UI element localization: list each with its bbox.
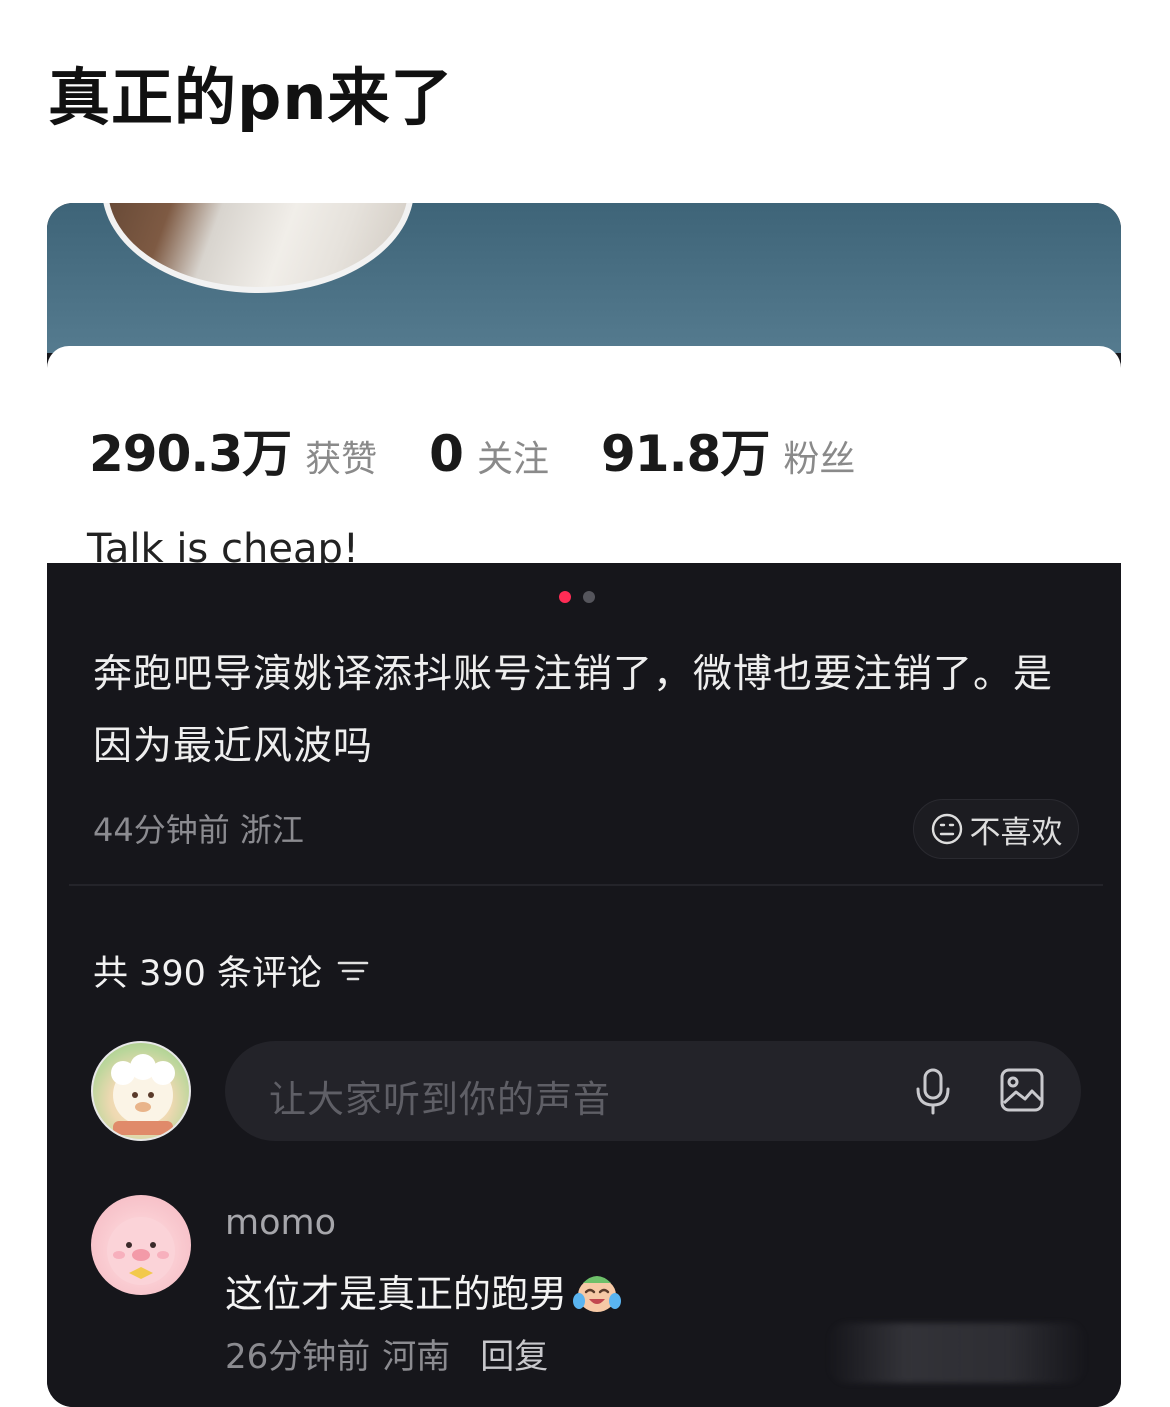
comment-sheet: 奔跑吧导演姚译添抖账号注销了，微博也要注销了。是因为最近风波吗 44分钟前 浙江… [47,563,1121,1407]
stat-following[interactable]: 0 关注 [429,425,549,483]
image-icon[interactable] [999,1067,1045,1113]
profile-sheet: 290.3万 获赞 0 关注 91.8万 粉丝 Talk is cheap! [47,346,1121,586]
screenshot-card: 290.3万 获赞 0 关注 91.8万 粉丝 Talk is cheap! 奔… [47,203,1121,1407]
comment-text: 这位才是真正的跑男 [225,1263,623,1318]
comment-count-label: 共 390 条评论 [93,954,323,994]
stat-followers-value: 91.8万 [600,425,770,483]
video-description: 奔跑吧导演姚译添抖账号注销了，微博也要注销了。是因为最近风波吗 [93,652,1054,769]
divider [69,884,1103,886]
comment-text-content: 这位才是真正的跑男 [225,1272,568,1316]
stat-following-label: 关注 [476,439,549,480]
video-time: 44分钟前 [93,811,230,849]
stat-followers-label: 粉丝 [783,439,856,480]
comment-input[interactable]: 让大家听到你的声音 [225,1041,1081,1141]
comment-location: 河南 [382,1337,451,1377]
page-indicator [559,591,607,603]
my-avatar[interactable] [91,1041,191,1141]
video-meta: 44分钟前 浙江 [93,805,304,851]
watermark-blur [827,1323,1087,1383]
sort-filter-icon[interactable] [336,958,370,984]
comment-meta: 26分钟前 河南 回复 [225,1329,548,1378]
comment-avatar[interactable] [91,1195,191,1295]
stat-followers[interactable]: 91.8万 粉丝 [601,414,855,486]
dislike-label: 不喜欢 [969,814,1063,851]
stat-likes[interactable]: 290.3万 获赞 [89,414,377,486]
pig-avatar-icon [107,1217,175,1285]
page-dot [583,591,595,603]
reply-button[interactable]: 回复 [480,1329,548,1378]
comment-username[interactable]: momo [225,1203,336,1243]
sheep-avatar-icon [111,1054,175,1135]
stat-following-value: 0 [429,425,464,483]
comment-input-placeholder: 让大家听到你的声音 [269,1078,611,1121]
page-dot-active [559,591,571,603]
profile-stats: 290.3万 获赞 0 关注 91.8万 粉丝 [89,414,907,486]
dislike-button[interactable]: 不喜欢 [913,799,1079,859]
stat-likes-value: 290.3万 [89,425,292,483]
unhappy-face-icon [931,813,962,845]
post-title: 真正的pn来了 [48,61,454,134]
comment-time: 26分钟前 [225,1337,371,1377]
crying-laughing-emoji-icon [573,1275,622,1312]
comment-count: 共 390 条评论 [93,945,370,996]
stat-likes-label: 获赞 [305,439,378,480]
video-location: 浙江 [239,811,304,849]
microphone-icon[interactable] [911,1067,955,1115]
profile-avatar[interactable] [102,203,414,293]
profile-banner [47,203,1121,353]
